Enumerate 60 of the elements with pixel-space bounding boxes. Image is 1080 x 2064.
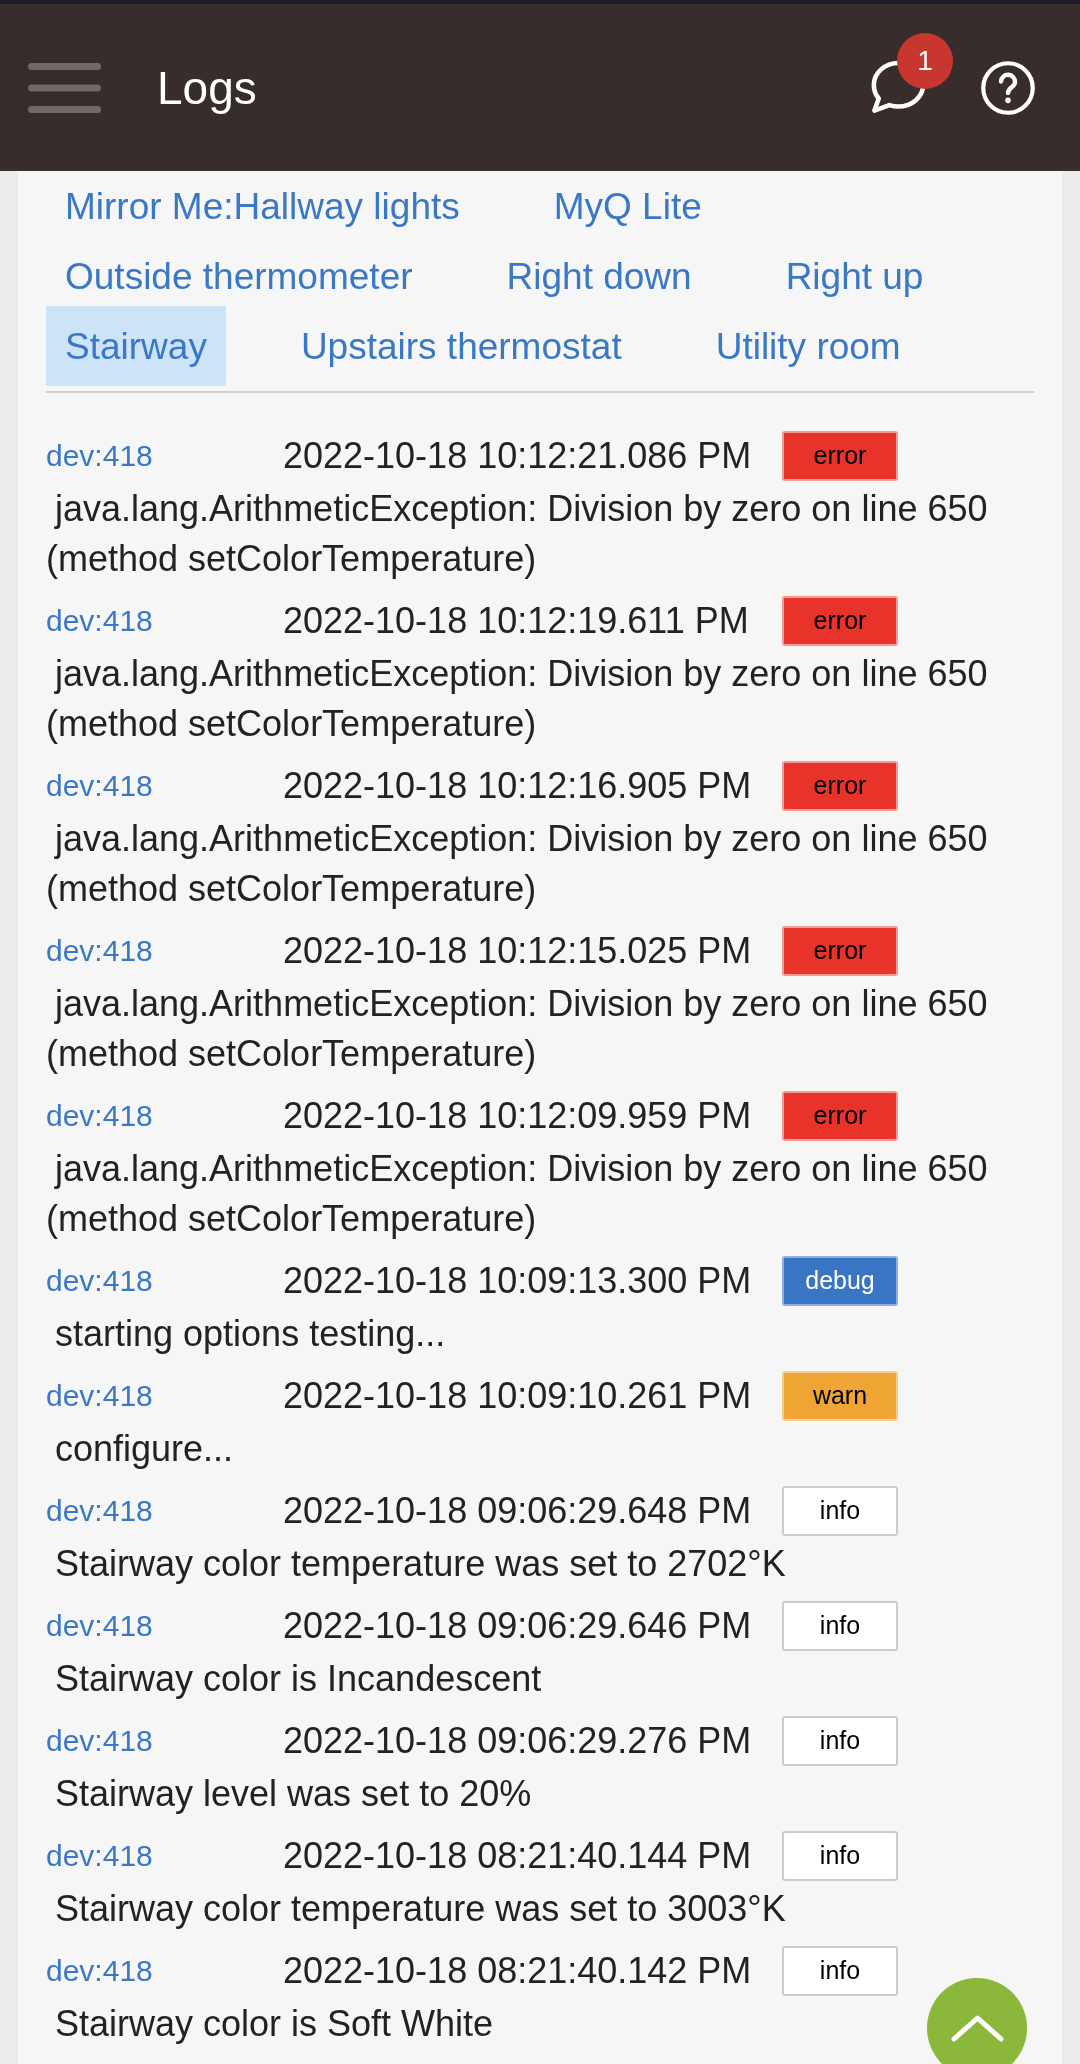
log-level-badge: info <box>782 1946 898 1996</box>
log-level-badge: error <box>782 926 898 976</box>
log-timestamp: 2022-10-18 10:12:19.611 PM <box>283 603 749 639</box>
log-message: Stairway color temperature was set to 3003°K <box>54 1887 786 1931</box>
menu-icon[interactable] <box>28 62 101 113</box>
log-message: java.lang.ArithmeticException: Division by zero on line 650 (method setColorTemperature) <box>46 487 989 581</box>
device-link[interactable]: dev:418 <box>46 1956 153 1986</box>
log-timestamp: 2022-10-18 10:12:16.905 PM <box>283 768 752 804</box>
device-link[interactable]: dev:418 <box>46 1266 153 1296</box>
device-tab[interactable]: MyQ Lite <box>534 176 721 236</box>
device-tab[interactable]: Mirror Me:Hallway lights <box>46 176 479 236</box>
log-message: java.lang.ArithmeticException: Division by zero on line 650 (method setColorTemperature) <box>46 817 989 911</box>
device-tab[interactable]: Right down <box>487 246 711 306</box>
log-message: Stairway color temperature was set to 2702°K <box>54 1542 786 1586</box>
device-link[interactable]: dev:418 <box>46 1381 153 1411</box>
log-level-badge: info <box>782 1716 898 1766</box>
log-level-badge: error <box>782 596 898 646</box>
device-tab[interactable]: Stairway <box>46 306 226 386</box>
log-level-badge: warn <box>782 1371 898 1421</box>
device-link[interactable]: dev:418 <box>46 1101 153 1131</box>
device-link[interactable]: dev:418 <box>46 1611 153 1641</box>
notification-badge: 1 <box>897 33 953 89</box>
help-icon[interactable] <box>980 59 1036 116</box>
log-timestamp: 2022-10-18 08:21:40.144 PM <box>283 1838 752 1874</box>
log-timestamp: 2022-10-18 10:09:10.261 PM <box>283 1378 752 1414</box>
log-timestamp: 2022-10-18 09:06:29.276 PM <box>283 1723 752 1759</box>
device-link[interactable]: dev:418 <box>46 1726 153 1756</box>
log-timestamp: 2022-10-18 08:21:40.142 PM <box>283 1953 752 1989</box>
device-link[interactable]: dev:418 <box>46 1496 153 1526</box>
log-timestamp: 2022-10-18 09:06:29.646 PM <box>283 1608 752 1644</box>
log-timestamp: 2022-10-18 10:12:21.086 PM <box>283 438 752 474</box>
log-level-badge: error <box>782 431 898 481</box>
log-message: configure... <box>54 1427 234 1471</box>
device-tab[interactable]: Utility room <box>696 316 920 376</box>
log-timestamp: 2022-10-18 10:12:15.025 PM <box>283 933 752 969</box>
log-message: java.lang.ArithmeticException: Division by zero on line 650 (method setColorTemperature) <box>46 652 989 746</box>
log-message: java.lang.ArithmeticException: Division by zero on line 650 (method setColorTemperature) <box>46 982 989 1076</box>
log-level-badge: debug <box>782 1256 898 1306</box>
log-timestamp: 2022-10-18 10:12:09.959 PM <box>283 1098 752 1134</box>
log-level-badge: info <box>782 1486 898 1536</box>
log-level-badge: error <box>782 1091 898 1141</box>
chevron-up-icon <box>950 2015 1004 2042</box>
device-link[interactable]: dev:418 <box>46 1841 153 1871</box>
device-link[interactable]: dev:418 <box>46 771 153 801</box>
log-timestamp: 2022-10-18 09:06:29.648 PM <box>283 1493 752 1529</box>
log-level-badge: info <box>782 1601 898 1651</box>
device-tab[interactable]: Right up <box>766 246 943 306</box>
log-timestamp: 2022-10-18 10:09:13.300 PM <box>283 1263 752 1299</box>
log-message: java.lang.ArithmeticException: Division by zero on line 650 (method setColorTemperature) <box>46 1147 989 1241</box>
log-level-badge: info <box>782 1831 898 1881</box>
log-message: starting options testing... <box>54 1312 446 1356</box>
device-link[interactable]: dev:418 <box>46 606 153 636</box>
device-link[interactable]: dev:418 <box>46 936 153 966</box>
log-message: Stairway color is Incandescent <box>54 1657 542 1701</box>
device-link[interactable]: dev:418 <box>46 441 153 471</box>
log-message: Stairway color is Soft White <box>54 2002 494 2046</box>
log-level-badge: error <box>782 761 898 811</box>
log-message: Stairway level was set to 20% <box>54 1772 532 1816</box>
device-tab[interactable]: Outside thermometer <box>46 246 432 306</box>
device-tab[interactable]: Upstairs thermostat <box>281 316 641 376</box>
